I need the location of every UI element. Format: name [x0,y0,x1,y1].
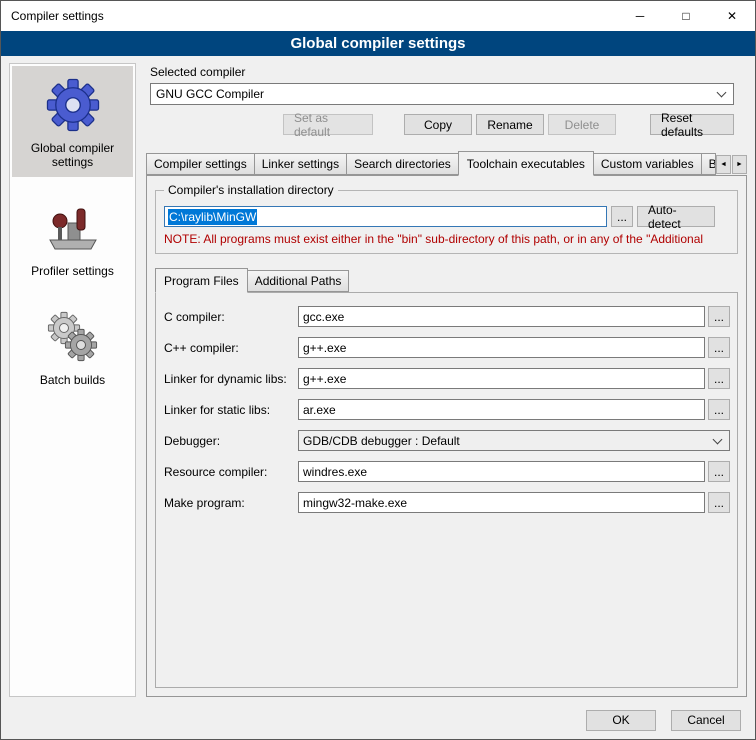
form-row-linker-dynamic: Linker for dynamic libs: ... [164,368,730,389]
toolchain-executables-panel: Compiler's installation directory C:\ray… [146,175,747,697]
installation-directory-value: C:\raylib\MinGW [168,209,257,225]
reset-defaults-button[interactable]: Reset defaults [650,114,734,135]
dialog-footer: OK Cancel [1,701,755,739]
debugger-select-value: GDB/CDB debugger : Default [303,434,460,448]
selected-compiler-label: Selected compiler [150,65,734,79]
compiler-select[interactable]: GNU GCC Compiler [150,83,734,105]
chevron-down-icon [713,434,723,444]
installation-directory-group: Compiler's installation directory C:\ray… [155,190,738,254]
category-sidebar: Global compiler settings Profiler settin… [9,63,136,697]
browse-directory-button[interactable]: ... [611,206,633,227]
resource-compiler-label: Resource compiler: [164,465,298,479]
tab-compiler-settings[interactable]: Compiler settings [146,153,255,175]
linker-static-input[interactable] [298,399,705,420]
linker-static-label: Linker for static libs: [164,403,298,417]
titlebar[interactable]: Compiler settings ─ □ ✕ [1,1,755,31]
form-row-make-program: Make program: ... [164,492,730,513]
settings-tabs: Compiler settings Linker settings Search… [146,151,747,175]
dialog-content: Global compiler settings Profiler settin… [1,56,755,701]
auto-detect-button[interactable]: Auto-detect [637,206,715,227]
dialog-header: Global compiler settings [1,31,755,56]
compiler-select-value: GNU GCC Compiler [156,87,264,101]
subtab-program-files[interactable]: Program Files [155,268,248,293]
sidebar-item-batch-builds[interactable]: Batch builds [12,298,133,395]
program-files-tabs: Program Files Additional Paths [155,268,738,292]
sidebar-item-profiler-settings[interactable]: Profiler settings [12,189,133,286]
cpp-compiler-input[interactable] [298,337,705,358]
ok-button[interactable]: OK [586,710,656,731]
browse-button[interactable]: ... [708,461,730,482]
form-row-debugger: Debugger: GDB/CDB debugger : Default [164,430,730,451]
cpp-compiler-label: C++ compiler: [164,341,298,355]
tab-custom-variables[interactable]: Custom variables [593,153,702,175]
maximize-icon[interactable]: □ [663,1,709,31]
browse-button[interactable]: ... [708,399,730,420]
form-row-resource-compiler: Resource compiler: ... [164,461,730,482]
resource-compiler-input[interactable] [298,461,705,482]
c-compiler-input[interactable] [298,306,705,327]
compiler-settings-window: Compiler settings ─ □ ✕ Global compiler … [0,0,756,740]
delete-button: Delete [548,114,616,135]
browse-button[interactable]: ... [708,337,730,358]
batch-builds-icon [42,308,104,366]
minimize-icon[interactable]: ─ [617,1,663,31]
gear-icon [42,76,104,134]
c-compiler-label: C compiler: [164,310,298,324]
profiler-icon [42,199,104,257]
browse-button[interactable]: ... [708,368,730,389]
installation-directory-input[interactable]: C:\raylib\MinGW [164,206,607,227]
make-program-label: Make program: [164,496,298,510]
browse-button[interactable]: ... [708,492,730,513]
rename-button[interactable]: Rename [476,114,544,135]
form-row-c-compiler: C compiler: ... [164,306,730,327]
tab-scroll-right-button[interactable]: ► [732,155,747,174]
make-program-input[interactable] [298,492,705,513]
sidebar-item-global-compiler-settings[interactable]: Global compiler settings [12,66,133,177]
note-text: NOTE: All programs must exist either in … [164,232,729,246]
set-as-default-button: Set as default [283,114,373,135]
tab-linker-settings[interactable]: Linker settings [254,153,347,175]
installation-directory-group-label: Compiler's installation directory [164,183,338,197]
linker-dynamic-label: Linker for dynamic libs: [164,372,298,386]
browse-button[interactable]: ... [708,306,730,327]
close-icon[interactable]: ✕ [709,1,755,31]
copy-button[interactable]: Copy [404,114,472,135]
cancel-button[interactable]: Cancel [671,710,741,731]
program-files-panel: C compiler: ... C++ compiler: ... Linker… [155,292,738,688]
chevron-down-icon [717,88,727,98]
subtab-additional-paths[interactable]: Additional Paths [247,270,350,292]
sidebar-item-label: Profiler settings [31,264,114,278]
window-title: Compiler settings [1,9,104,23]
installation-directory-row: C:\raylib\MinGW ... Auto-detect [164,206,729,227]
main-panel: Selected compiler GNU GCC Compiler Set a… [146,63,747,697]
sidebar-item-label: Global compiler settings [15,141,130,169]
compiler-selection-section: Selected compiler GNU GCC Compiler Set a… [150,65,734,135]
form-row-linker-static: Linker for static libs: ... [164,399,730,420]
form-row-cpp-compiler: C++ compiler: ... [164,337,730,358]
tab-search-directories[interactable]: Search directories [346,153,459,175]
linker-dynamic-input[interactable] [298,368,705,389]
debugger-label: Debugger: [164,434,298,448]
tab-scroll-controls: ◄ ► [715,155,747,174]
window-controls: ─ □ ✕ [617,1,755,31]
tab-toolchain-executables[interactable]: Toolchain executables [458,151,594,176]
tab-scroll-left-button[interactable]: ◄ [716,155,731,174]
sidebar-item-label: Batch builds [40,373,105,387]
debugger-select[interactable]: GDB/CDB debugger : Default [298,430,730,451]
tab-build-options[interactable]: Buil [701,153,716,175]
compiler-actions: Set as default Copy Rename Delete Reset … [150,114,734,135]
